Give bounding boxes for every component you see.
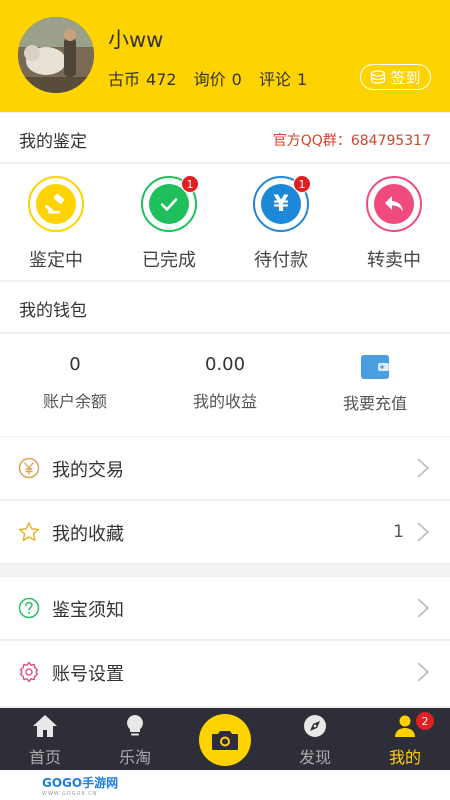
- return-arrow-icon: [385, 196, 403, 212]
- balance-cell[interactable]: 0 账户余额: [0, 354, 150, 412]
- menu-settings-label: 账号设置: [52, 664, 124, 685]
- user-icon: [395, 715, 415, 737]
- tab-discover-label: 发现: [298, 748, 331, 767]
- chevron-right-icon: [417, 522, 430, 542]
- lightbulb-icon: [127, 715, 143, 736]
- profile-header: 小ww 古币 472 询价 0 评论 1 签到: [0, 0, 450, 112]
- signin-button[interactable]: 签到: [360, 64, 431, 90]
- coins-label: 古币: [108, 70, 141, 89]
- menu-guide-label: 鉴宝须知: [52, 600, 124, 621]
- appraisal-status-row: 鉴定中 1 已完成 ¥ 1 待付款 转卖中: [0, 164, 450, 281]
- status-pending-payment-badge: 1: [293, 175, 311, 193]
- tab-home[interactable]: 首页: [10, 714, 80, 768]
- favorites-count: 1: [393, 522, 404, 542]
- status-completed-label: 已完成: [142, 250, 196, 271]
- coins-icon: [371, 70, 386, 84]
- question-circle-icon: [18, 597, 40, 619]
- wallet-icon: [361, 355, 389, 379]
- username: 小ww: [108, 28, 164, 52]
- wallet-row: 0 账户余额 0.00 我的收益 我要充值: [0, 334, 450, 436]
- appraisal-title: 我的鉴定: [19, 132, 87, 152]
- tab-discover[interactable]: 发现: [280, 714, 350, 768]
- coins-value: 472: [146, 70, 177, 89]
- status-reselling-disc: [374, 184, 414, 224]
- tab-shop-label: 乐淘: [118, 748, 151, 767]
- inquiry-label: 询价: [193, 70, 226, 89]
- home-icon: [33, 715, 57, 737]
- gear-icon: [19, 661, 39, 683]
- tab-home-label: 首页: [28, 748, 61, 767]
- recharge-cell[interactable]: 我要充值: [300, 354, 450, 414]
- yen-circle-icon: [18, 457, 40, 479]
- status-reselling-label: 转卖中: [367, 250, 421, 271]
- tab-mine[interactable]: 我的 2: [370, 712, 440, 768]
- status-appraising[interactable]: 鉴定中: [6, 176, 106, 272]
- menu-item-trades[interactable]: 我的交易: [0, 437, 450, 500]
- bottom-tab-bar: 首页 乐淘 发现 我的 2: [0, 708, 450, 770]
- tab-shop[interactable]: 乐淘: [100, 714, 170, 768]
- check-icon: [160, 198, 178, 211]
- tab-mine-label: 我的: [388, 748, 421, 767]
- status-pending-payment-label: 待付款: [254, 250, 308, 271]
- menu-item-guide[interactable]: 鉴宝须知: [0, 577, 450, 640]
- appraisal-header: 我的鉴定 官方QQ群：684795317: [0, 113, 450, 163]
- balance-value: 0: [69, 354, 81, 375]
- status-appraising-disc: [36, 184, 76, 224]
- menu-trades-label: 我的交易: [52, 460, 124, 481]
- comments-label: 评论: [258, 70, 291, 89]
- earnings-label: 我的收益: [192, 392, 257, 411]
- menu-item-favorites[interactable]: 我的收藏 1: [0, 501, 450, 564]
- earnings-cell[interactable]: 0.00 我的收益: [150, 354, 300, 412]
- status-reselling-ring: [366, 176, 422, 232]
- footer-strip: GOGO手游网 WWW.GOGO8.CN: [0, 770, 450, 800]
- status-reselling[interactable]: 转卖中: [344, 176, 444, 272]
- signin-label: 签到: [390, 68, 421, 87]
- status-appraising-label: 鉴定中: [29, 250, 83, 271]
- menu-favorites-label: 我的收藏: [52, 524, 124, 545]
- yen-icon: ¥: [273, 191, 289, 217]
- status-pending-payment[interactable]: ¥ 1 待付款: [231, 175, 331, 272]
- gavel-icon: [45, 193, 65, 214]
- camera-button[interactable]: [199, 714, 251, 766]
- status-completed-ring: 1: [141, 175, 199, 232]
- menu-item-settings[interactable]: 账号设置: [0, 641, 450, 707]
- qq-group-link[interactable]: 官方QQ群：684795317: [273, 130, 431, 150]
- recharge-icon-wrap: [300, 354, 450, 380]
- watermark-text: GOGO手游网: [42, 776, 119, 790]
- compass-icon: [304, 715, 326, 737]
- wallet-title: 我的钱包: [19, 301, 87, 321]
- earnings-value: 0.00: [204, 354, 246, 375]
- tab-mine-badge: 2: [416, 712, 434, 730]
- watermark-url: WWW.GOGO8.CN: [42, 791, 98, 797]
- profile-stats: 古币 472 询价 0 评论 1: [108, 66, 313, 90]
- comments-value: 1: [296, 70, 308, 89]
- chevron-right-icon: [417, 598, 430, 618]
- recharge-label: 我要充值: [342, 394, 407, 413]
- status-completed-badge: 1: [181, 175, 199, 193]
- watermark-logo: GOGO手游网 WWW.GOGO8.CN: [42, 774, 118, 797]
- avatar[interactable]: [18, 17, 94, 93]
- chevron-right-icon: [417, 458, 430, 478]
- camera-icon: [212, 731, 238, 750]
- status-completed[interactable]: 1 已完成: [119, 175, 219, 272]
- balance-label: 账户余额: [42, 392, 107, 411]
- status-pending-payment-ring: ¥ 1: [253, 175, 311, 232]
- status-appraising-ring: [28, 176, 84, 232]
- inquiry-value: 0: [231, 70, 242, 89]
- wallet-header: 我的钱包: [0, 282, 450, 333]
- star-icon: [18, 522, 40, 542]
- chevron-right-icon: [417, 662, 430, 682]
